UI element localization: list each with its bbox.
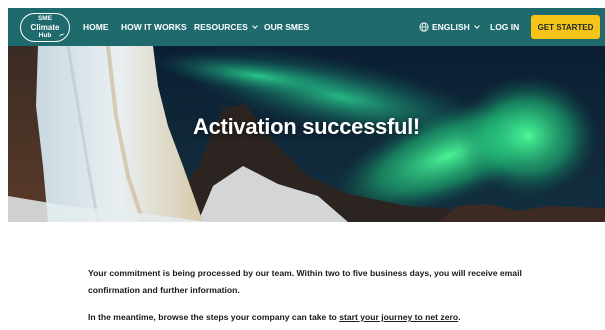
nav-how-it-works[interactable]: HOW IT WORKS xyxy=(121,8,187,46)
logo-line-2: Climate xyxy=(30,23,60,32)
nav-resources[interactable]: RESOURCES xyxy=(194,8,258,46)
get-started-label: GET STARTED xyxy=(537,22,594,32)
net-zero-journey-link[interactable]: start your journey to net zero xyxy=(339,312,458,322)
logo[interactable]: SME Climate Hub xyxy=(20,13,70,42)
nav-how-it-works-label: HOW IT WORKS xyxy=(121,22,187,32)
log-in-link[interactable]: LOG IN xyxy=(490,8,519,46)
hero-banner: Activation successful! xyxy=(8,46,605,222)
next-steps-text: In the meantime, browse the steps your c… xyxy=(88,312,340,322)
globe-icon xyxy=(419,22,429,32)
get-started-button[interactable]: GET STARTED xyxy=(531,15,600,39)
next-steps-suffix: . xyxy=(458,312,461,322)
nav-home[interactable]: HOME xyxy=(83,8,109,46)
nav-our-smes[interactable]: OUR SMES xyxy=(264,8,309,46)
chevron-down-icon xyxy=(473,22,480,29)
navbar: SME Climate Hub HOME HOW IT WORKS RESOUR… xyxy=(8,8,605,46)
chevron-down-icon xyxy=(252,22,258,29)
next-steps-paragraph: In the meantime, browse the steps your c… xyxy=(88,309,548,326)
logo-line-1: SME xyxy=(37,15,53,22)
nav-our-smes-label: OUR SMES xyxy=(264,22,310,32)
page-title: Activation successful! xyxy=(193,114,420,139)
main-content: Your commitment is being processed by ou… xyxy=(88,265,548,326)
language-selector[interactable]: ENGLISH xyxy=(419,8,480,46)
confirmation-paragraph: Your commitment is being processed by ou… xyxy=(88,268,522,295)
logo-line-3: Hub xyxy=(38,32,52,39)
log-in-label: LOG IN xyxy=(490,22,520,32)
leaf-icon xyxy=(58,32,66,40)
nav-resources-label: RESOURCES xyxy=(194,22,248,32)
page: SME Climate Hub HOME HOW IT WORKS RESOUR… xyxy=(8,8,605,330)
nav-home-label: HOME xyxy=(83,22,109,32)
language-label: ENGLISH xyxy=(432,22,470,32)
